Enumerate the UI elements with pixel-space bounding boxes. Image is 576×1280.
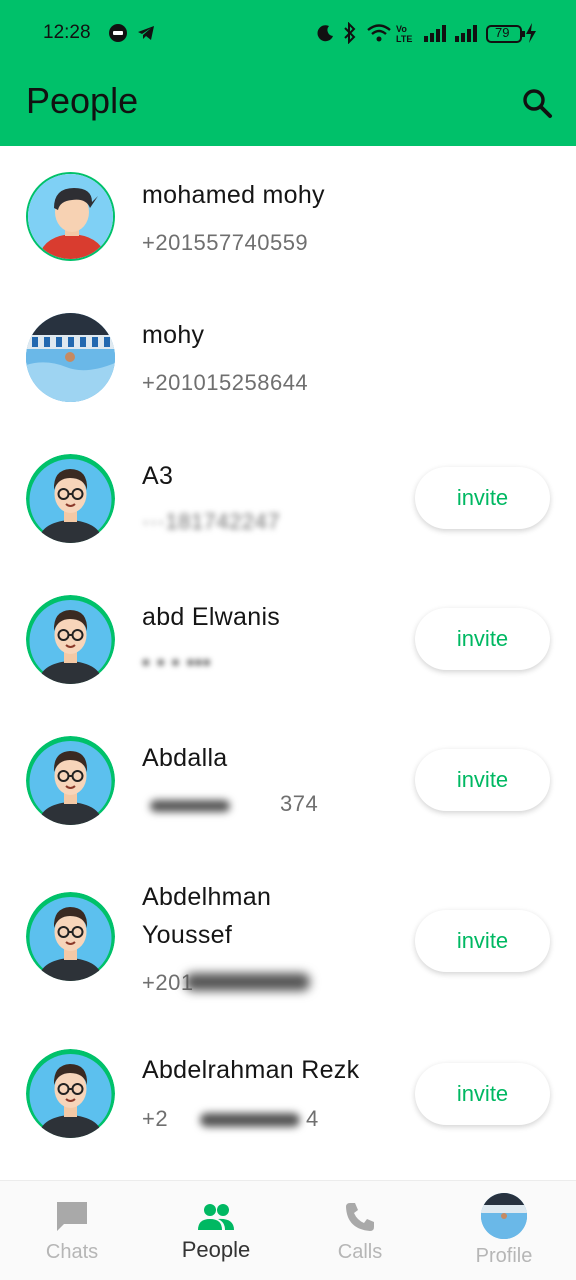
contact-phone: +2 (142, 1106, 169, 1131)
battery-icon: 79 (486, 23, 526, 45)
svg-text:Vo: Vo (396, 24, 407, 34)
contact-list[interactable]: mohamed mohy +201557740559 mohy +2010152… (0, 146, 576, 1180)
nav-label: Calls (337, 1241, 383, 1263)
nav-profile[interactable]: Profile (432, 1181, 576, 1280)
contact-name: A3 (142, 462, 174, 490)
app-bar: 12:28 Vo LTE 79 People (0, 0, 576, 146)
invite-button[interactable]: invite (415, 467, 550, 529)
contact-row[interactable]: Abdelhman Youssef +201 invite (0, 849, 576, 1023)
contact-name: Abdelhman Youssef (142, 883, 272, 949)
contact-name: mohy (142, 321, 205, 349)
contact-row[interactable]: A3 ···181742247 invite (0, 426, 576, 567)
invite-button[interactable]: invite (415, 749, 550, 811)
nav-label: People (181, 1237, 251, 1262)
search-icon (523, 89, 552, 118)
contact-row[interactable]: mohy +201015258644 (0, 286, 576, 426)
contact-name: abd Elwanis (142, 603, 281, 631)
bluetooth-icon (343, 22, 357, 44)
avatar (26, 595, 115, 684)
telegram-icon (136, 22, 156, 44)
contact-row[interactable]: Abdelrahman Rezk +2 4 invite (0, 1023, 576, 1180)
app-notification-icon (108, 22, 128, 44)
contact-phone-tail: 4 (306, 1106, 319, 1131)
contact-name: Abdelrahman Rezk (142, 1056, 360, 1084)
wifi-icon (366, 22, 392, 44)
avatar (26, 736, 115, 825)
avatar (26, 454, 115, 543)
nav-calls[interactable]: Calls (288, 1181, 432, 1280)
svg-text:LTE: LTE (396, 34, 412, 43)
search-button[interactable] (518, 84, 558, 124)
page-title: People (26, 80, 139, 121)
profile-avatar (481, 1193, 527, 1239)
contact-phone: +201015258644 (142, 370, 309, 395)
bottom-navigation: Chats People Calls Profile (0, 1180, 576, 1280)
contact-row[interactable]: Abdalla 374 invite (0, 708, 576, 849)
status-time: 12:28 (43, 22, 91, 43)
contact-phone: ···181742247 (142, 509, 281, 534)
nav-label: Chats (45, 1241, 99, 1263)
invite-button[interactable]: invite (415, 608, 550, 670)
status-bar: 12:28 Vo LTE 79 (0, 0, 576, 64)
invite-button[interactable]: invite (415, 1063, 550, 1125)
contact-phone: • • • ••• (142, 650, 212, 675)
phone-redaction (185, 973, 310, 991)
chat-icon (52, 1197, 92, 1237)
charging-icon (525, 22, 537, 44)
contact-phone: 374 (280, 791, 319, 816)
contact-row[interactable]: mohamed mohy +201557740559 (0, 146, 576, 286)
battery-level: 79 (495, 25, 510, 40)
nav-label: Profile (475, 1245, 533, 1267)
signal-icon (454, 22, 478, 44)
nav-chats[interactable]: Chats (0, 1181, 144, 1280)
phone-redaction (200, 1113, 300, 1127)
phone-redaction (150, 800, 230, 812)
avatar (26, 892, 115, 981)
contact-name: mohamed mohy (142, 181, 325, 209)
volte-icon: Vo LTE (396, 22, 418, 44)
avatar (26, 172, 115, 261)
moon-icon (316, 22, 336, 44)
contact-row[interactable]: abd Elwanis • • • ••• invite (0, 567, 576, 708)
signal-icon (423, 22, 447, 44)
contact-name: Abdalla (142, 744, 228, 772)
avatar (26, 1049, 115, 1138)
contact-phone: +201557740559 (142, 230, 309, 255)
people-icon (196, 1197, 236, 1237)
nav-people[interactable]: People (144, 1181, 288, 1280)
avatar (26, 313, 115, 402)
invite-button[interactable]: invite (415, 910, 550, 972)
phone-icon (340, 1197, 380, 1237)
